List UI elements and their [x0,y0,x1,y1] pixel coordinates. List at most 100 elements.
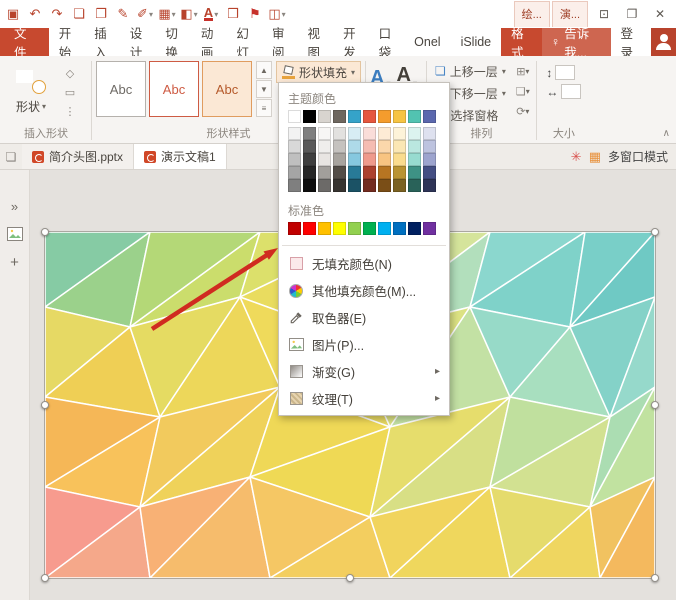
theme-color-variant-swatch[interactable] [303,140,316,153]
theme-color-variant-swatch[interactable] [288,153,301,166]
theme-color-variant-swatch[interactable] [363,140,376,153]
theme-color-variant-swatch[interactable] [423,140,436,153]
theme-color-variant-swatch[interactable] [408,179,421,192]
theme-color-variant-swatch[interactable] [423,127,436,140]
theme-color-variant-swatch[interactable] [423,166,436,179]
theme-color-swatch[interactable] [303,110,316,123]
selection-handle-w[interactable] [41,401,49,409]
theme-color-variant-swatch[interactable] [363,127,376,140]
ribbon-tab-11[interactable]: Onel [404,28,450,56]
selection-handle-sw[interactable] [41,574,49,582]
menu-item-eyedropper[interactable]: 取色器(E) [279,304,449,331]
theme-color-variant-swatch[interactable] [333,140,346,153]
standard-color-swatch[interactable] [363,222,376,235]
theme-color-variant-swatch[interactable] [303,153,316,166]
gallery-down-icon[interactable]: ▼ [256,80,272,98]
new-slide-icon[interactable]: + [4,252,26,272]
theme-color-variant-swatch[interactable] [363,179,376,192]
theme-color-swatch[interactable] [348,110,361,123]
tab-list-icon[interactable]: ❏ [0,144,22,169]
rotate-objects-icon[interactable]: ⟳▾ [514,103,532,120]
theme-color-swatch[interactable] [318,110,331,123]
selection-handle-se[interactable] [651,574,659,582]
standard-color-swatch[interactable] [348,222,361,235]
theme-color-swatch[interactable] [333,110,346,123]
theme-color-variant-swatch[interactable] [318,166,331,179]
expand-pane-icon[interactable]: » [4,196,26,216]
theme-color-variant-swatch[interactable] [348,140,361,153]
theme-color-swatch[interactable] [378,110,391,123]
ribbon-tab-5[interactable]: 动画 [191,28,227,56]
standard-color-swatch[interactable] [333,222,346,235]
selection-handle-ne[interactable] [651,228,659,236]
theme-color-variant-swatch[interactable] [348,153,361,166]
selection-handle-s[interactable] [346,574,354,582]
theme-color-variant-swatch[interactable] [288,166,301,179]
ribbon-tab-2[interactable]: 插入 [84,28,120,56]
theme-color-variant-swatch[interactable] [303,166,316,179]
theme-color-variant-swatch[interactable] [363,166,376,179]
theme-color-variant-swatch[interactable] [318,179,331,192]
theme-color-variant-swatch[interactable] [348,179,361,192]
standard-color-swatch[interactable] [423,222,436,235]
signin-button[interactable]: 登录 [611,28,652,56]
menu-item-gradient[interactable]: 渐变(G) ▸ [279,358,449,385]
theme-color-variant-swatch[interactable] [348,166,361,179]
theme-color-variant-swatch[interactable] [318,127,331,140]
theme-color-variant-swatch[interactable] [333,127,346,140]
shapes-button[interactable]: 形状▾ [5,61,57,123]
theme-color-variant-swatch[interactable] [408,153,421,166]
theme-color-variant-swatch[interactable] [378,127,391,140]
theme-color-variant-swatch[interactable] [348,127,361,140]
theme-color-variant-swatch[interactable] [408,127,421,140]
theme-color-swatch[interactable] [408,110,421,123]
standard-color-swatch[interactable] [318,222,331,235]
theme-color-swatch[interactable] [423,110,436,123]
standard-color-swatch[interactable] [393,222,406,235]
theme-color-variant-swatch[interactable] [423,179,436,192]
theme-color-swatch[interactable] [288,110,301,123]
theme-color-variant-swatch[interactable] [288,127,301,140]
selection-handle-nw[interactable] [41,228,49,236]
menu-item-no-fill[interactable]: 无填充颜色(N) [279,250,449,277]
doc-tab-2[interactable]: 演示文稿1 [134,144,227,169]
group-objects-icon[interactable]: ❑▾ [514,83,532,100]
theme-color-variant-swatch[interactable] [288,179,301,192]
shape-style-3[interactable]: Abc [202,61,252,117]
standard-color-swatch[interactable] [303,222,316,235]
menu-item-texture[interactable]: 纹理(T) ▸ [279,385,449,412]
theme-color-variant-swatch[interactable] [378,153,391,166]
bring-forward-button[interactable]: ❏ 上移一层▾ [431,61,510,81]
theme-color-variant-swatch[interactable] [393,153,406,166]
ribbon-tab-7[interactable]: 审阅 [262,28,298,56]
theme-color-variant-swatch[interactable] [378,140,391,153]
theme-color-variant-swatch[interactable] [393,179,406,192]
more-shapes-icon[interactable]: ⋮ [61,103,79,120]
ribbon-tab-4[interactable]: 切换 [155,28,191,56]
theme-color-variant-swatch[interactable] [393,166,406,179]
window-mode-label[interactable]: 多窗口模式 [608,148,668,165]
tab-format[interactable]: 格式 [501,28,542,56]
align-objects-icon[interactable]: ⊞▾ [514,63,532,80]
collapse-ribbon-icon[interactable]: ∧ [663,128,670,139]
height-spinner[interactable]: ↕ [546,65,581,80]
theme-color-variant-swatch[interactable] [408,140,421,153]
settings-sparkle-icon[interactable]: ✳ [571,149,582,165]
theme-color-variant-swatch[interactable] [303,127,316,140]
fill-color-icon[interactable]: ◧▾ [178,2,200,26]
width-spinner[interactable]: ↔ [546,84,581,99]
window-mode-icon[interactable]: ▦ [589,149,601,165]
theme-color-variant-swatch[interactable] [333,153,346,166]
theme-color-variant-swatch[interactable] [408,166,421,179]
theme-color-variant-swatch[interactable] [423,153,436,166]
account-button[interactable] [651,28,676,56]
shape-fill-button[interactable]: 形状填充 ▾ [276,61,361,83]
ribbon-tab-8[interactable]: 视图 [298,28,334,56]
ribbon-tab-1[interactable]: 开始 [49,28,85,56]
menu-item-more-fill-colors[interactable]: 其他填充颜色(M)... [279,277,449,304]
theme-color-variant-swatch[interactable] [318,153,331,166]
doc-tab-1[interactable]: 简介头图.pptx [22,144,134,169]
shape-style-1[interactable]: Abc [96,61,146,117]
standard-color-swatch[interactable] [408,222,421,235]
text-box-icon[interactable]: ▭ [61,84,79,101]
